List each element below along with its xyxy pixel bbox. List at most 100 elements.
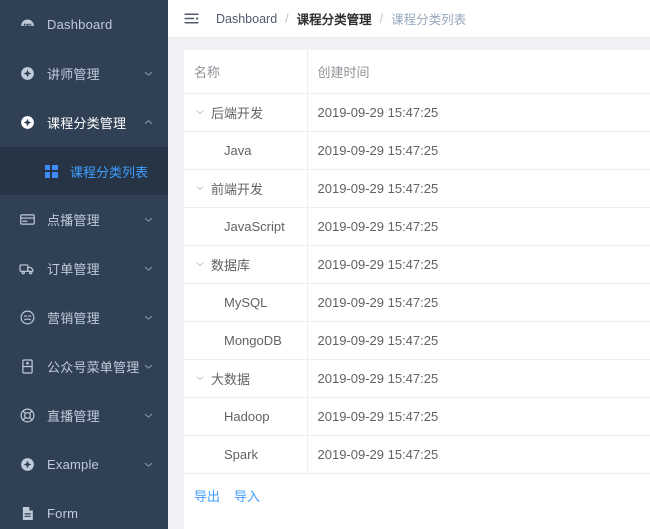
row-name-text: Hadoop (224, 408, 270, 424)
sidebar-item-label: 营销管理 (47, 311, 100, 326)
sidebar-item-label: 点播管理 (47, 213, 100, 228)
import-button[interactable]: 导入 (234, 486, 260, 505)
lifebuoy-icon (18, 407, 36, 425)
chevron-down-icon (142, 312, 154, 324)
breadcrumb-item-1[interactable]: 课程分类管理 (297, 9, 372, 28)
cell-name: 前端开发 (184, 169, 308, 208)
sidebar-item-label: 直播管理 (47, 409, 100, 424)
plus-circle-icon (18, 65, 36, 83)
cell-name: Spark (184, 435, 308, 474)
table-row: MySQL 2019-09-29 15:47:25 (184, 283, 650, 322)
cell-created-time: 2019-09-29 15:47:25 (307, 435, 650, 474)
cell-name: MySQL (184, 283, 308, 322)
row-name-text: JavaScript (224, 218, 285, 234)
content-region: 名称 创建时间 后端开发 2019-09-29 15:47:25 Java 2019-… (168, 38, 650, 529)
sidebar-item-label: Dashboard (47, 17, 113, 32)
sidebar-item-vod[interactable]: 点播管理 (0, 195, 168, 244)
sidebar-item-teacher[interactable]: 讲师管理 (0, 49, 168, 98)
sidebar: Dashboard 讲师管理课程分类管理课程分类列表点播管理订单管理营销管理公众号… (0, 0, 168, 529)
sidebar-item-course-category-list[interactable]: 课程分类列表 (0, 147, 168, 195)
sidebar-item-example[interactable]: Example (0, 440, 168, 489)
category-card: 名称 创建时间 后端开发 2019-09-29 15:47:25 Java 2019-… (184, 50, 650, 529)
row-name-text: 数据库 (211, 257, 251, 273)
cell-created-time: 2019-09-29 15:47:25 (307, 321, 650, 360)
dashboard-icon (18, 16, 36, 34)
table-row: 大数据 2019-09-29 15:47:25 (184, 359, 650, 398)
table-header-row: 名称 创建时间 (184, 50, 650, 94)
sidebar-item-label: 讲师管理 (47, 67, 100, 82)
row-name-text: MongoDB (224, 332, 282, 348)
plus-circle-icon (18, 456, 36, 474)
cell-created-time: 2019-09-29 15:47:25 (307, 131, 650, 170)
breadcrumb-item-0[interactable]: Dashboard (216, 12, 277, 26)
export-button[interactable]: 导出 (194, 486, 220, 505)
cell-name: Hadoop (184, 397, 308, 436)
chevron-down-icon (142, 68, 154, 80)
cell-name: 数据库 (184, 245, 308, 284)
column-header-name: 名称 (184, 50, 308, 94)
credit-card-icon (18, 211, 36, 229)
row-expand-chevron-down-icon[interactable] (194, 182, 206, 194)
chevron-down-icon (142, 214, 154, 226)
table-row: 后端开发 2019-09-29 15:47:25 (184, 93, 650, 132)
row-name-text: 后端开发 (211, 105, 264, 121)
cell-name: 大数据 (184, 359, 308, 398)
cell-created-time: 2019-09-29 15:47:25 (307, 245, 650, 284)
truck-icon (18, 260, 36, 278)
sidebar-item-order[interactable]: 订单管理 (0, 244, 168, 293)
cell-created-time: 2019-09-29 15:47:25 (307, 283, 650, 322)
sidebar-item-wechat-menu[interactable]: 公众号菜单管理 (0, 342, 168, 391)
face-icon (18, 309, 36, 327)
table-row: Java 2019-09-29 15:47:25 (184, 131, 650, 170)
cell-created-time: 2019-09-29 15:47:25 (307, 169, 650, 208)
sidebar-item-course-category[interactable]: 课程分类管理 (0, 98, 168, 147)
row-expand-chevron-down-icon[interactable] (194, 106, 206, 118)
table-body: 后端开发 2019-09-29 15:47:25 Java 2019-09-29 15… (184, 93, 650, 474)
chevron-up-icon (142, 117, 154, 129)
hamburger-icon[interactable] (180, 8, 202, 30)
chevron-down-icon (142, 263, 154, 275)
table-row: Hadoop 2019-09-29 15:47:25 (184, 397, 650, 436)
sidebar-item-live[interactable]: 直播管理 (0, 391, 168, 440)
sidebar-item-label: 订单管理 (47, 262, 100, 277)
cell-name: MongoDB (184, 321, 308, 360)
footer-actions: 导出 导入 (184, 474, 650, 505)
cell-created-time: 2019-09-29 15:47:25 (307, 207, 650, 246)
row-name-text: 前端开发 (211, 181, 264, 197)
sidebar-item-label: Example (47, 457, 99, 472)
table-row: Spark 2019-09-29 15:47:25 (184, 435, 650, 474)
sidebar-item-dashboard[interactable]: Dashboard (0, 0, 168, 49)
cell-name: 后端开发 (184, 93, 308, 132)
row-expand-chevron-down-icon[interactable] (194, 372, 206, 384)
chevron-down-icon (142, 361, 154, 373)
table-row: 数据库 2019-09-29 15:47:25 (184, 245, 650, 284)
cell-name: JavaScript (184, 207, 308, 246)
breadcrumb-separator: / (379, 11, 384, 26)
sidebar-item-label: 公众号菜单管理 (47, 360, 140, 375)
cell-created-time: 2019-09-29 15:47:25 (307, 359, 650, 398)
plus-circle-icon (18, 114, 36, 132)
table-row: MongoDB 2019-09-29 15:47:25 (184, 321, 650, 360)
table-row: JavaScript 2019-09-29 15:47:25 (184, 207, 650, 246)
row-expand-chevron-down-icon[interactable] (194, 258, 206, 270)
app-root: Dashboard 讲师管理 课程分类管理 课程分类列表 点播管理 订单管理 营销管理 公众号… (0, 0, 650, 529)
cell-name: Java (184, 131, 308, 170)
row-name-text: Java (224, 142, 252, 158)
sidebar-item-label: 课程分类管理 (47, 116, 127, 131)
sidebar-item-form[interactable]: Form (0, 489, 168, 529)
chevron-down-icon (142, 459, 154, 471)
navbar: Dashboard / 课程分类管理 / 课程分类列表 (168, 0, 650, 38)
table-head: 名称 创建时间 (184, 50, 650, 94)
category-table: 名称 创建时间 后端开发 2019-09-29 15:47:25 Java 2019-… (184, 50, 650, 474)
table-row: 前端开发 2019-09-29 15:47:25 (184, 169, 650, 208)
book-icon (18, 358, 36, 376)
grid-icon (44, 164, 58, 178)
main-area: Dashboard / 课程分类管理 / 课程分类列表 名称 创建时间 后端开发 2019… (168, 0, 650, 529)
cell-created-time: 2019-09-29 15:47:25 (307, 397, 650, 436)
chevron-down-icon (142, 410, 154, 422)
cell-created-time: 2019-09-29 15:47:25 (307, 93, 650, 132)
sidebar-item-marketing[interactable]: 营销管理 (0, 293, 168, 342)
breadcrumb-item-2: 课程分类列表 (391, 13, 467, 27)
breadcrumb: Dashboard / 课程分类管理 / 课程分类列表 (216, 9, 466, 28)
row-name-text: Spark (224, 446, 258, 462)
